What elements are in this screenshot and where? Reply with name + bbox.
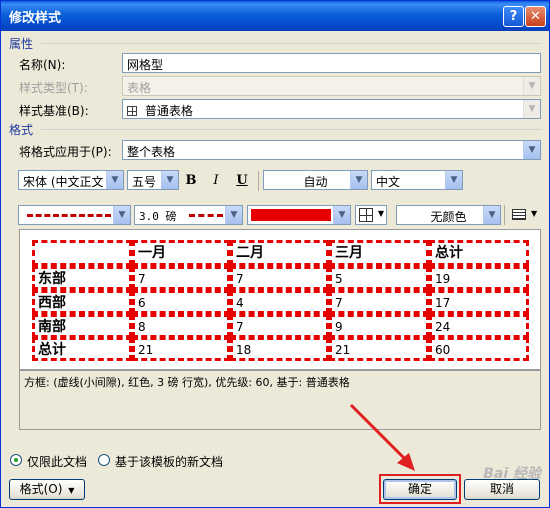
red-arrow-annotation (349, 403, 415, 471)
watermark: Bai 经验 (483, 466, 541, 482)
modify-style-dialog: 修改样式 ? ✕ 属性 名称(N): 网格型 样式类型(T): 表格 ▼ 样式基… (0, 0, 550, 508)
